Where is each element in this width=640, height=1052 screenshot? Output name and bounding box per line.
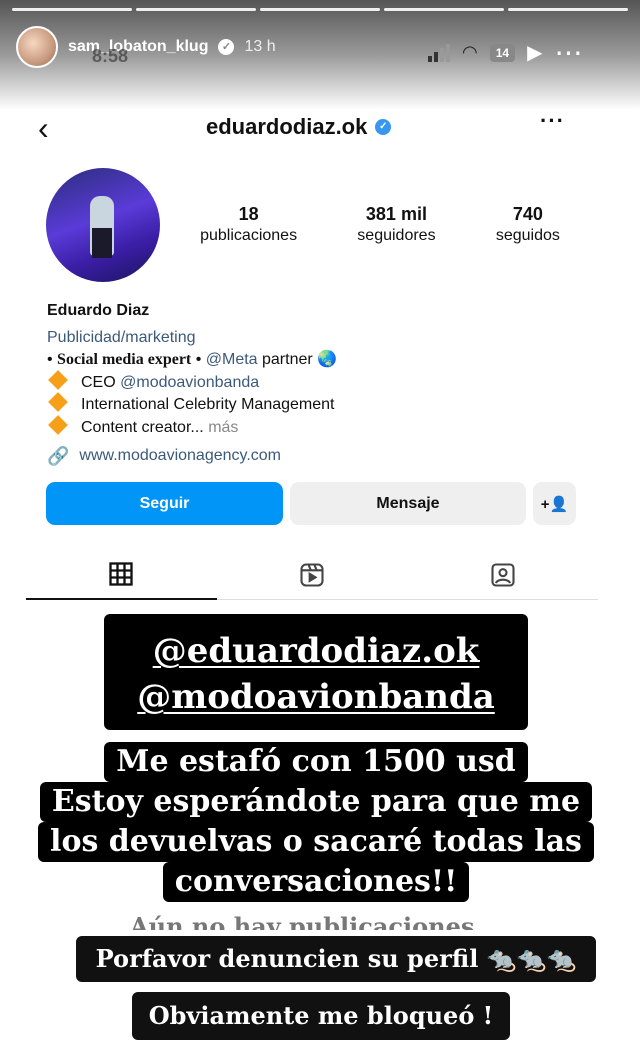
bio-line-4: Content creator... más	[47, 414, 607, 440]
mention-sticker-2[interactable]: @modoavionbanda	[104, 674, 528, 720]
story-username[interactable]: sam_lobaton_klug	[68, 38, 208, 56]
sticker-line: Estoy esperándote para que me	[39, 782, 593, 822]
profile-name: Eduardo Diaz	[47, 302, 150, 319]
grid-icon	[109, 562, 133, 586]
verified-icon: ✓	[218, 39, 235, 55]
profile-more-icon[interactable]: ···	[540, 108, 565, 134]
mention-modoavion-link[interactable]: @modoavionbanda	[120, 374, 259, 391]
bio-bullet: •	[47, 351, 58, 368]
play-icon[interactable]: ▶	[527, 40, 542, 65]
bio-text: International Celebrity Management	[81, 396, 335, 413]
stat-posts[interactable]: 18 publicaciones	[200, 204, 297, 245]
follow-button[interactable]: Seguir	[46, 482, 283, 525]
website-link-row[interactable]: 🔗 www.modoavionagency.com	[47, 445, 607, 468]
reels-icon	[300, 562, 324, 587]
tab-reels[interactable]	[216, 550, 408, 600]
stat-label: seguidores	[357, 227, 436, 244]
bio-line-3: International Celebrity Management	[47, 392, 607, 417]
message-button[interactable]: Mensaje	[290, 482, 526, 525]
stat-label: publicaciones	[200, 227, 298, 244]
sticker-line: conversaciones!!	[162, 862, 470, 902]
profile-handle: eduardodiaz.ok	[206, 114, 368, 139]
profile-handle-header: eduardodiaz.ok ✓	[206, 114, 392, 140]
story-avatar[interactable]	[16, 26, 58, 68]
orange-diamond-icon	[48, 369, 68, 390]
bio-text: Content creator...	[81, 418, 204, 436]
stat-value: 18	[238, 204, 259, 224]
stat-value: 740	[512, 204, 543, 224]
stat-followers[interactable]: 381 mil seguidores	[357, 204, 435, 245]
more-options-icon[interactable]: ⋯	[554, 38, 582, 66]
mention-meta-link[interactable]: @Meta	[206, 351, 258, 368]
tagged-icon	[491, 562, 515, 587]
story-progress-bar	[12, 8, 628, 11]
story-user-info[interactable]: sam_lobaton_klug ✓ 13 h	[16, 26, 276, 68]
orange-diamond-icon	[48, 414, 68, 435]
profile-bio: Eduardo Diaz Publicidad/marketing • Soci…	[47, 300, 607, 468]
bio-suffix: partner 🌏	[257, 351, 338, 368]
orange-diamond-icon	[48, 392, 68, 412]
profile-avatar[interactable]	[46, 168, 160, 282]
stat-value: 381 mil	[365, 204, 427, 224]
status-icons: ◠ 14 ▶ ⋯	[428, 38, 582, 66]
battery-indicator: 14	[489, 43, 516, 62]
bio-more-link[interactable]: más	[208, 419, 238, 436]
no-posts-text: Aún no hay publicaciones	[130, 912, 475, 930]
handles-sticker: @eduardodiaz.ok @modoavionbanda	[104, 614, 528, 730]
verified-badge-icon: ✓	[375, 119, 392, 135]
stat-label: seguidos	[495, 227, 560, 244]
add-user-button[interactable]: +👤	[533, 482, 576, 525]
bio-line-2: CEO @modoavionbanda	[47, 369, 607, 395]
profile-category: Publicidad/marketing	[47, 328, 196, 346]
sticker-line: los devuelvas o sacaré todas las	[38, 822, 594, 862]
report-sticker: Porfavor denuncien su perfil 🐀🐀🐀	[76, 936, 596, 982]
bio-ceo-label: CEO	[81, 373, 121, 391]
tab-tagged[interactable]	[407, 550, 599, 600]
signal-icon	[428, 43, 450, 62]
wifi-icon: ◠	[462, 42, 478, 62]
main-text-sticker: Me estafó con 1500 usd Estoy esperándote…	[24, 742, 608, 902]
sticker-line: Me estafó con 1500 usd	[104, 742, 528, 782]
tab-grid[interactable]	[26, 550, 217, 600]
profile-stats: 18 publicaciones 381 mil seguidores 740 …	[170, 204, 590, 245]
stat-following[interactable]: 740 seguidos	[496, 204, 560, 245]
bio-bold-text: Social media expert	[57, 351, 192, 368]
bio-separator: •	[191, 351, 206, 368]
link-icon: 🔗	[47, 446, 70, 466]
back-arrow-icon[interactable]: ‹	[38, 110, 49, 147]
bio-line-1: • Social media expert • @Meta partner 🌏	[47, 349, 607, 372]
blocked-sticker: Obviamente me bloqueó !	[132, 992, 510, 1040]
profile-tabs	[26, 550, 599, 600]
mention-sticker-1[interactable]: @eduardodiaz.ok	[104, 628, 528, 674]
story-header: sam_lobaton_klug ✓ 13 h 8:58 ◠ 14 ▶ ⋯	[0, 0, 640, 110]
website-link[interactable]: www.modoavionagency.com	[79, 445, 281, 468]
phone-clock: 8:58	[92, 46, 129, 66]
story-time-ago: 13 h	[244, 38, 276, 55]
